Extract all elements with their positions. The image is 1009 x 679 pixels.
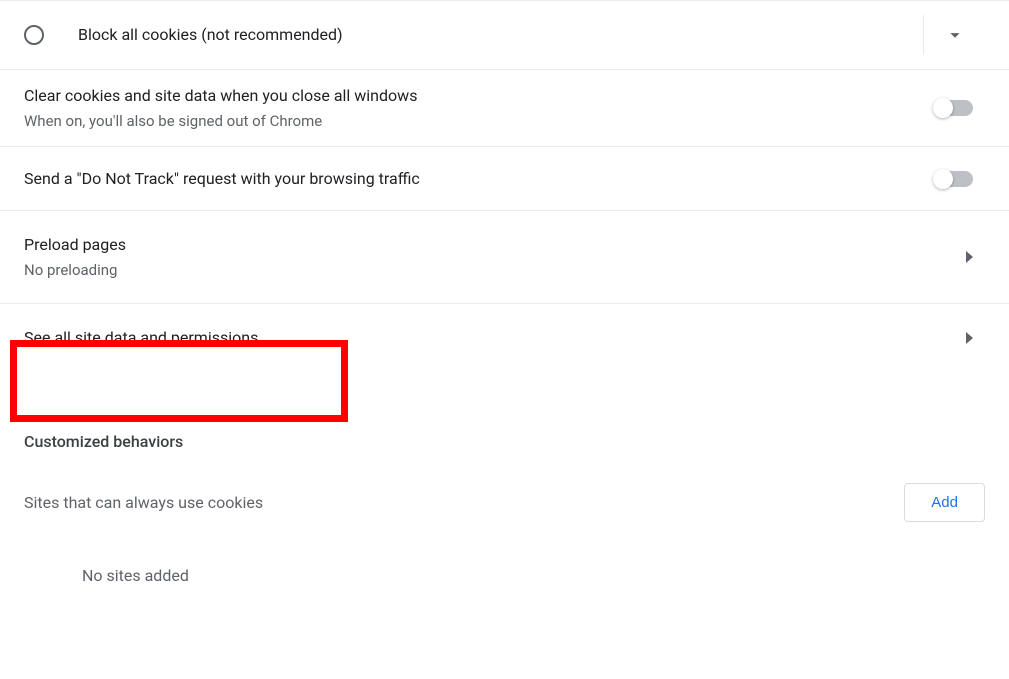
preload-subtitle: No preloading [24,259,126,281]
arrow-right-icon [966,251,973,263]
toggle-knob-icon [933,98,953,118]
sites-always-cookies-row: Sites that can always use cookies Add [0,461,1009,522]
do-not-track-toggle[interactable] [935,171,973,187]
clear-cookies-title: Clear cookies and site data when you clo… [24,84,417,108]
clear-cookies-subtitle: When on, you'll also be signed out of Ch… [24,110,417,132]
see-all-site-data-title: See all site data and permissions [24,326,258,350]
arrow-right-icon [966,332,973,344]
block-all-cookies-label: Block all cookies (not recommended) [78,23,343,47]
sites-always-label: Sites that can always use cookies [24,493,263,512]
block-all-radio-option[interactable]: Block all cookies (not recommended) [24,23,923,47]
do-not-track-row: Send a "Do Not Track" request with your … [0,147,1009,211]
preload-pages-row[interactable]: Preload pages No preloading [0,211,1009,304]
clear-cookies-toggle[interactable] [935,100,973,116]
cookies-settings-panel: Block all cookies (not recommended) Clea… [0,0,1009,585]
expand-block-all-button[interactable] [923,15,985,55]
see-all-site-data-row[interactable]: See all site data and permissions [0,304,1009,372]
no-sites-added-text: No sites added [0,522,1009,585]
chevron-down-icon [944,24,966,46]
toggle-knob-icon [933,169,953,189]
clear-cookies-on-close-row: Clear cookies and site data when you clo… [0,70,1009,147]
add-site-button[interactable]: Add [904,483,985,522]
preload-title: Preload pages [24,233,126,257]
do-not-track-title: Send a "Do Not Track" request with your … [24,167,420,191]
block-all-cookies-row[interactable]: Block all cookies (not recommended) [0,0,1009,70]
customized-behaviors-heading: Customized behaviors [0,372,1009,461]
radio-unchecked-icon [24,25,44,45]
